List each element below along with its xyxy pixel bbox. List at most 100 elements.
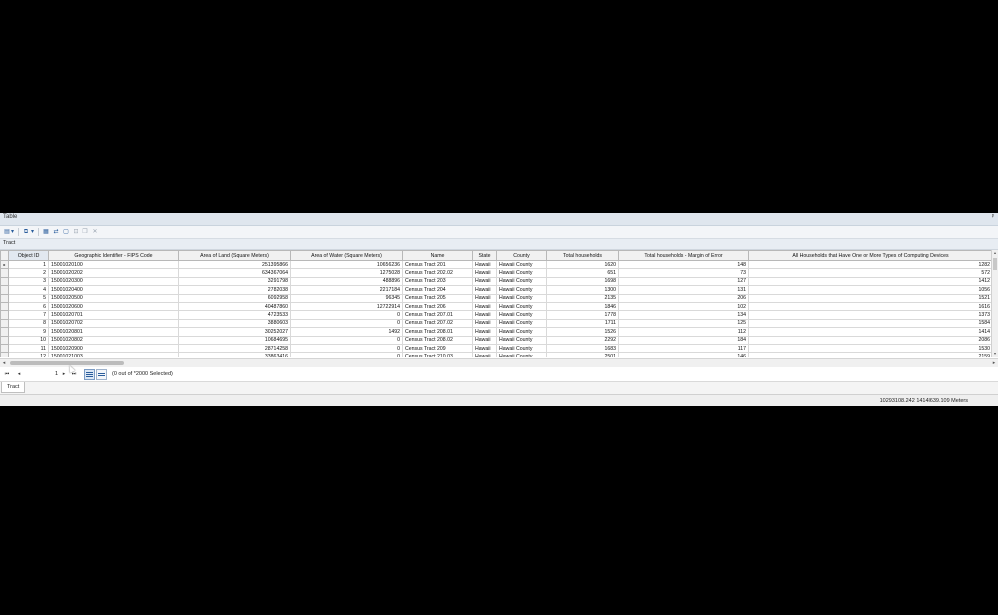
table-cell[interactable]: Hawaii County <box>496 301 547 312</box>
table-cell[interactable]: Census Tract 205 <box>402 293 473 303</box>
row-selector[interactable] <box>0 327 9 337</box>
table-cell[interactable]: 112 <box>618 327 749 337</box>
table-cell[interactable]: 634367064 <box>178 268 291 278</box>
table-cell[interactable]: 15001020900 <box>48 343 179 354</box>
table-cell[interactable]: 1530 <box>748 343 993 354</box>
scroll-down-icon[interactable]: ▾ <box>992 351 998 357</box>
pin-icon[interactable]: ᵖ <box>992 214 994 220</box>
table-cell[interactable]: 2217184 <box>290 285 403 295</box>
table-cell[interactable]: 1492 <box>290 327 403 337</box>
table-cell[interactable]: 15001020300 <box>48 276 179 287</box>
table-cell[interactable]: Hawaii <box>472 293 497 303</box>
horizontal-scrollbar[interactable]: ◂ ▸ <box>0 358 998 367</box>
table-cell[interactable]: 15001020100 <box>48 259 179 270</box>
row-selector[interactable] <box>0 310 9 320</box>
table-row[interactable]: 3 15001020300 3291798 488896 Census Tract 20… <box>0 276 993 287</box>
table-cell[interactable]: Census Tract 204 <box>402 285 473 295</box>
table-cell[interactable]: 15001021003 <box>48 352 179 357</box>
table-cell[interactable]: Census Tract 207.01 <box>402 310 473 320</box>
table-cell[interactable]: 10684695 <box>178 335 291 345</box>
table-row[interactable]: 5 15001020500 6092958 96345 Census Tract 205… <box>0 293 993 303</box>
row-selector[interactable] <box>0 268 9 278</box>
table-cell[interactable]: Census Tract 202.02 <box>402 268 473 278</box>
table-cell[interactable]: 134 <box>618 310 749 320</box>
table-cell[interactable]: 73 <box>618 268 749 278</box>
table-cell[interactable]: 2292 <box>546 335 619 345</box>
dropdown-arrow-icon[interactable]: ▾ <box>30 228 35 236</box>
clear-selection-icon[interactable]: ▢ <box>62 228 70 236</box>
column-header-households-moe[interactable]: Total households - Margin of Error <box>618 250 749 261</box>
table-row[interactable]: 11 15001020900 28714258 0 Census Tract 209 Ha… <box>0 343 993 354</box>
table-cell[interactable]: 1620 <box>546 259 619 270</box>
table-cell[interactable]: 0 <box>290 335 403 345</box>
table-cell[interactable]: 1056 <box>748 285 993 295</box>
table-cell[interactable]: Hawaii <box>472 276 497 287</box>
table-cell[interactable]: 15001020801 <box>48 327 179 337</box>
row-selector[interactable] <box>0 318 9 329</box>
table-cell[interactable]: 1275028 <box>290 268 403 278</box>
table-cell[interactable]: 12 <box>8 352 49 357</box>
table-cell[interactable]: Census Tract 208.02 <box>402 335 473 345</box>
table-cell[interactable]: Census Tract 210.03 <box>402 352 473 357</box>
row-selector[interactable] <box>0 285 9 295</box>
table-cell[interactable]: 117 <box>618 343 749 354</box>
table-cell[interactable]: 6092958 <box>178 293 291 303</box>
table-row[interactable]: 8 15001020702 3880603 0 Census Tract 207.02 H… <box>0 318 993 329</box>
table-cell[interactable]: 30252027 <box>178 327 291 337</box>
column-header-state[interactable]: State <box>472 250 497 261</box>
table-cell[interactable]: Hawaii County <box>496 293 547 303</box>
table-cell[interactable]: 1414 <box>748 327 993 337</box>
table-cell[interactable]: Hawaii County <box>496 276 547 287</box>
column-header-area-land[interactable]: Area of Land (Square Meters) <box>178 250 291 261</box>
table-cell[interactable]: 1 <box>8 259 49 270</box>
table-cell[interactable]: 15001020202 <box>48 268 179 278</box>
table-cell[interactable]: 1711 <box>546 318 619 329</box>
table-row[interactable]: 4 15001020400 2782038 2217184 Census Tract 2… <box>0 285 993 295</box>
table-cell[interactable]: Hawaii <box>472 343 497 354</box>
table-cell[interactable]: 488896 <box>290 276 403 287</box>
table-cell[interactable]: 10656236 <box>290 259 403 270</box>
column-header-area-water[interactable]: Area of Water (Square Meters) <box>290 250 403 261</box>
vertical-scroll-thumb[interactable] <box>993 258 997 270</box>
vertical-scrollbar[interactable]: ▴ ▾ <box>991 250 998 357</box>
table-cell[interactable]: 146 <box>618 352 749 357</box>
scroll-left-icon[interactable]: ◂ <box>0 359 8 367</box>
table-cell[interactable]: 33863416 <box>178 352 291 357</box>
table-row[interactable]: 7 15001020701 4723533 0 Census Tract 207.01 H… <box>0 310 993 320</box>
row-selector[interactable] <box>0 293 9 303</box>
table-cell[interactable]: 0 <box>290 310 403 320</box>
first-record-icon[interactable]: ⏮ <box>3 370 11 378</box>
current-record-field[interactable]: 1 <box>46 370 58 378</box>
previous-record-icon[interactable]: ◂ <box>15 370 23 378</box>
row-selector[interactable] <box>0 276 9 287</box>
table-row[interactable]: 9 15001020801 30252027 1492 Census Tract 208… <box>0 327 993 337</box>
table-cell[interactable]: 127 <box>618 276 749 287</box>
table-cell[interactable]: Hawaii <box>472 259 497 270</box>
table-cell[interactable]: Hawaii County <box>496 343 547 354</box>
table-cell[interactable]: 0 <box>290 352 403 357</box>
table-cell[interactable]: Hawaii <box>472 335 497 345</box>
table-cell[interactable]: Hawaii County <box>496 310 547 320</box>
table-cell[interactable]: 40487860 <box>178 301 291 312</box>
table-cell[interactable]: Census Tract 203 <box>402 276 473 287</box>
table-cell[interactable]: 651 <box>546 268 619 278</box>
table-cell[interactable]: 1683 <box>546 343 619 354</box>
row-selector-header[interactable] <box>0 250 9 261</box>
table-cell[interactable]: 15001020400 <box>48 285 179 295</box>
column-header-computing-devices[interactable]: All Households that Have One or More Typ… <box>748 250 993 261</box>
copy-selected-icon[interactable]: ❐ <box>81 228 89 236</box>
table-cell[interactable]: Hawaii <box>472 285 497 295</box>
table-cell[interactable]: 96345 <box>290 293 403 303</box>
next-record-icon[interactable]: ▸ <box>60 370 68 378</box>
table-cell[interactable]: 1373 <box>748 310 993 320</box>
show-all-records-icon[interactable] <box>84 369 95 380</box>
table-cell[interactable]: Census Tract 207.02 <box>402 318 473 329</box>
table-cell[interactable]: Census Tract 201 <box>402 259 473 270</box>
table-cell[interactable]: 1846 <box>546 301 619 312</box>
table-cell[interactable]: 6 <box>8 301 49 312</box>
table-cell[interactable]: 4723533 <box>178 310 291 320</box>
table-cell[interactable]: Hawaii County <box>496 335 547 345</box>
table-row[interactable]: 10 15001020802 10684695 0 Census Tract 208.0… <box>0 335 993 345</box>
dropdown-arrow-icon[interactable]: ▾ <box>10 228 15 236</box>
table-cell[interactable]: Hawaii <box>472 318 497 329</box>
